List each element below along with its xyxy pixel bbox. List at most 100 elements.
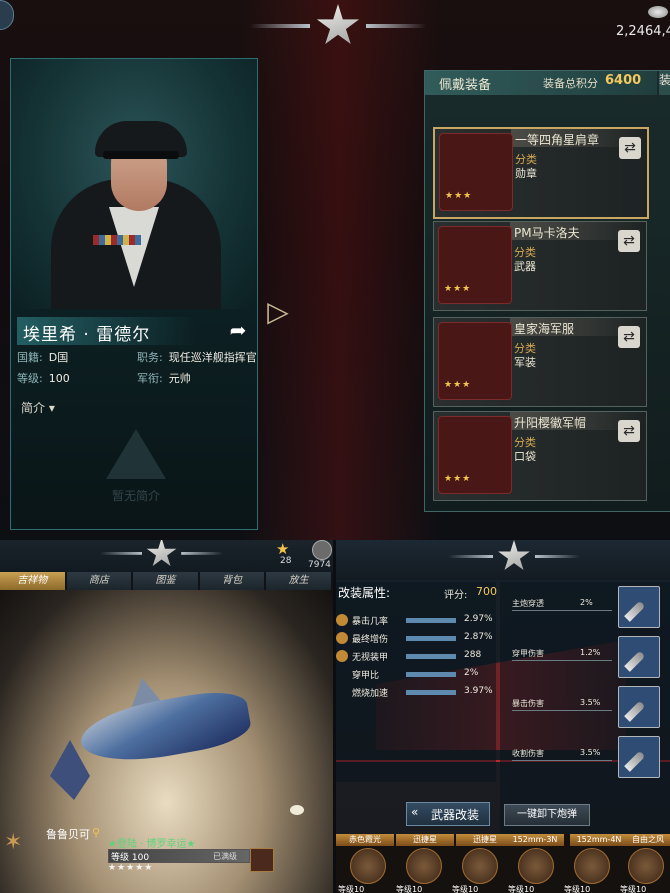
resource-count: 7974 <box>308 560 331 570</box>
ship-silhouette-icon <box>106 429 166 479</box>
tab-mascot[interactable]: 吉祥物 <box>0 572 65 590</box>
mascot-tabs: 吉祥物 商店 图鉴 背包 放生 <box>0 572 333 590</box>
tab-bag[interactable]: 背包 <box>199 572 265 590</box>
weapon-tab[interactable]: 152mm-3N <box>506 834 564 846</box>
weapon-icon[interactable] <box>350 848 386 884</box>
weapon-tab[interactable]: 自由之风 <box>626 834 670 846</box>
star-wings-emblem <box>448 540 580 573</box>
equipment-slot[interactable]: ★★★ 升阳樱徽军帽 分类 口袋 ⇄ <box>433 411 647 501</box>
pet-level-bar: 等级 100 已满级 <box>108 849 250 863</box>
pet-item-slot[interactable] <box>250 848 274 872</box>
commander-portrait <box>11 59 257 309</box>
weapon-mod-button[interactable]: « 武器改装 <box>406 802 490 826</box>
info-row-nationality: 国籍: D国 <box>17 351 69 364</box>
back-button[interactable] <box>0 0 14 30</box>
info-row-level: 等级: 100 <box>17 372 70 385</box>
equipment-slot[interactable]: ★★★ 一等四角星肩章 分类 勋章 ⇄ <box>433 127 649 219</box>
equipment-side-tab[interactable]: 装 <box>659 71 670 95</box>
share-icon[interactable]: ➦ <box>225 317 251 343</box>
weapon-icon[interactable] <box>462 848 498 884</box>
equipment-name: 皇家海军服 <box>514 322 575 336</box>
unload-shells-button[interactable]: 一键卸下炮弹 <box>504 804 590 826</box>
weapon-level: 等级10 <box>564 885 591 893</box>
weapon-tab[interactable]: 赤色霞光 <box>336 834 394 846</box>
tab-release[interactable]: 放生 <box>266 572 331 590</box>
swap-icon[interactable]: ⇄ <box>619 137 641 159</box>
side-stat-row: 收割伤害 3.5% <box>500 748 620 768</box>
category-value: 勋章 <box>515 167 537 180</box>
shell-slot[interactable] <box>618 586 660 628</box>
shell-icon <box>624 650 646 672</box>
no-intro-watermark: 暂无简介 <box>71 429 201 519</box>
category-value: 口袋 <box>514 450 536 463</box>
rarity-stars: ★★★ <box>444 474 472 484</box>
weapon-icon[interactable] <box>518 848 554 884</box>
weapon-mod-screen: 改装属性: 评分: 700 暴击几率 2.97% 最终增伤 2.87% 无视装甲… <box>336 540 670 893</box>
currency-amount: 2,2464,4 <box>616 24 670 39</box>
rarity-stars: ★★★ <box>444 284 472 294</box>
shell-icon <box>624 700 646 722</box>
info-row-rank: 军衔: 元帅 <box>137 372 191 385</box>
equipment-slot[interactable]: ★★★ 皇家海军服 分类 军装 ⇄ <box>433 317 647 407</box>
star-count: 28 <box>280 556 292 566</box>
weapon-level: 等级10 <box>396 885 423 893</box>
mod-attributes-panel <box>336 582 496 782</box>
pet-level: 等级 100 <box>111 853 150 863</box>
shell-slot[interactable] <box>618 736 660 778</box>
category-value: 军装 <box>514 356 536 369</box>
weapon-icon[interactable] <box>574 848 610 884</box>
mascot-screen: ★ 28 7974 吉祥物 商店 图鉴 背包 放生 ✶ 鲁鲁贝可 ⚲ ★登陆 ·… <box>0 540 333 893</box>
coin-icon <box>648 6 668 18</box>
pet-stars: ★★★★★ <box>108 863 154 873</box>
plus-icon <box>336 632 348 644</box>
star-icon <box>146 540 177 567</box>
equipment-header: 佩戴装备 装备总积分 6400 <box>425 71 657 95</box>
category-value: 武器 <box>514 260 536 273</box>
plus-icon <box>336 614 348 626</box>
equipment-score-label: 装备总积分 <box>543 77 598 90</box>
mod-stat-row: 无视装甲 288 <box>336 650 496 664</box>
shell-slot[interactable] <box>618 686 660 728</box>
weapon-tab[interactable]: 152mm-4N <box>570 834 628 846</box>
weapon-icon[interactable] <box>406 848 442 884</box>
star-icon <box>316 4 360 45</box>
weapon-level: 等级10 <box>452 885 479 893</box>
equipment-panel: 佩戴装备 装备总积分 6400 装 ★★★ 一等四角星肩章 分类 勋章 ⇄ ★★… <box>424 70 670 512</box>
tab-collection[interactable]: 图鉴 <box>133 572 198 590</box>
swap-icon[interactable]: ⇄ <box>618 326 640 348</box>
commander-name: 埃里希 · 雷德尔 <box>23 325 151 345</box>
intro-toggle[interactable]: 简介 ▾ <box>21 399 55 416</box>
pet-max-label: 已满级 <box>213 852 237 861</box>
equipment-score: 6400 <box>605 73 642 88</box>
mecha-dolphin-mascot[interactable] <box>50 678 260 800</box>
swap-icon[interactable]: ⇄ <box>618 420 640 442</box>
medal-ribbons <box>93 235 141 245</box>
weapon-tab[interactable]: 迅捷星 <box>396 834 454 846</box>
starfish-icon: ✶ <box>4 830 23 855</box>
pet-title: ★登陆 · 博罗幸运★ <box>108 839 196 850</box>
rarity-stars: ★★★ <box>444 380 472 390</box>
equipment-name: PM马卡洛夫 <box>514 226 580 240</box>
seashell-icon <box>290 805 304 815</box>
mod-title: 改装属性: <box>338 586 391 600</box>
mod-stat-row: 最终增伤 2.87% <box>336 632 496 646</box>
commander-card: 埃里希 · 雷德尔 ➦ 国籍: D国 职务: 现任巡洋舰指挥官 等级: 100 军衔:… <box>10 58 258 530</box>
star-wings-emblem <box>100 540 224 569</box>
shell-slot[interactable] <box>618 636 660 678</box>
side-stat-row: 主炮穿透 2% <box>500 598 620 618</box>
star-wings-emblem <box>250 4 426 48</box>
tab-shop[interactable]: 商店 <box>66 572 132 590</box>
side-stat-row: 暴击伤害 3.5% <box>500 698 620 718</box>
equipment-slot[interactable]: ★★★ PM马卡洛夫 分类 武器 ⇄ <box>433 221 647 311</box>
pet-info: ★登陆 · 博罗幸运★ 等级 100 已满级 ★★★★★ <box>108 835 250 891</box>
search-icon[interactable]: ⚲ <box>92 826 100 839</box>
equipment-title: 佩戴装备 <box>439 78 492 93</box>
weapon-icon[interactable] <box>628 848 664 884</box>
swap-icon[interactable]: ⇄ <box>618 230 640 252</box>
next-arrow-icon[interactable]: ▷ <box>266 290 290 334</box>
mod-stat-row: 暴击几率 2.97% <box>336 614 496 628</box>
commander-screen: 2,2464,4 埃里希 · 雷德尔 ➦ 国籍: D国 职务: 现任巡洋舰指挥官 等… <box>0 0 670 540</box>
mod-score-label: 评分: <box>444 590 468 601</box>
mod-stat-row: 燃烧加速 3.97% <box>352 686 493 699</box>
star-icon <box>498 540 530 571</box>
